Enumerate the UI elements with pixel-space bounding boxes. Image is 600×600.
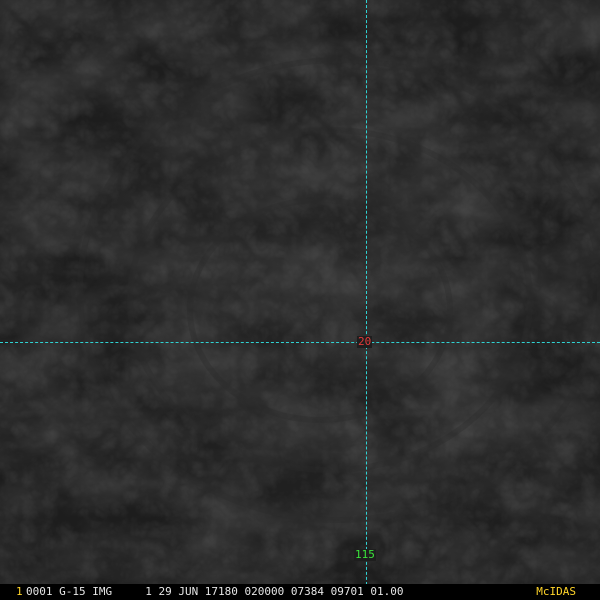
- longitude-label: 115: [354, 548, 376, 561]
- image-header-text: 0001 G-15 IMG 1 29 JUN 17180 020000 0738…: [26, 585, 404, 598]
- frame-number: 1: [16, 585, 23, 598]
- satellite-image-frame: 20 115 1 0001 G-15 IMG 1 29 JUN 17180 02…: [0, 0, 600, 600]
- satellite-cloud-imagery: [0, 0, 600, 600]
- image-status-bar: 1 0001 G-15 IMG 1 29 JUN 17180 020000 07…: [0, 584, 600, 600]
- mcidas-brand: McIDAS: [536, 585, 576, 598]
- latitude-label: 20: [357, 335, 373, 348]
